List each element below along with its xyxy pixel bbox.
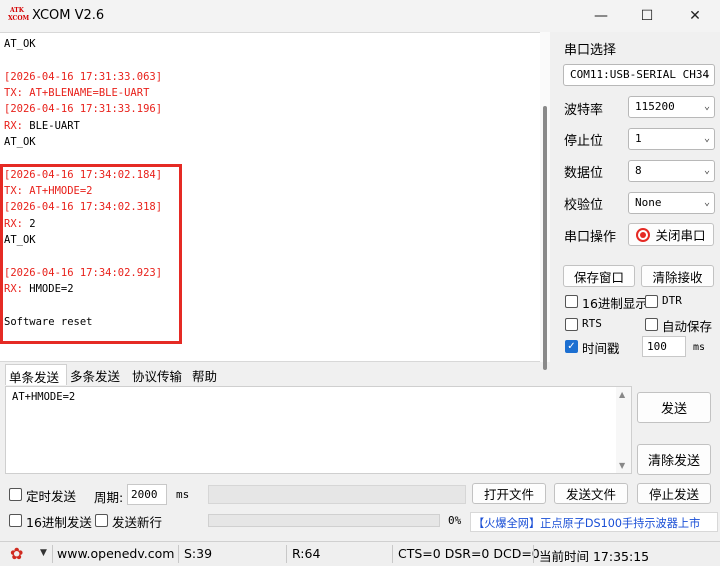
stop-label: 停止位 bbox=[564, 134, 604, 149]
open-file-button[interactable]: 打开文件 bbox=[472, 483, 546, 504]
period-input[interactable]: 2000 bbox=[127, 484, 167, 505]
timestamp-label: 时间戳 bbox=[582, 341, 620, 356]
tab-help[interactable]: 帮助 bbox=[189, 364, 229, 385]
scroll-down-icon[interactable]: ▼ bbox=[619, 461, 625, 470]
timestamp-ms-input[interactable]: 100 bbox=[642, 336, 686, 357]
baud-label: 波特率 bbox=[564, 103, 604, 118]
status-url[interactable]: www.openedv.com bbox=[57, 546, 174, 561]
status-separator bbox=[533, 545, 534, 563]
receive-line: TX: AT+BLENAME=BLE-UART bbox=[4, 87, 150, 100]
send-progress-bar bbox=[208, 514, 440, 527]
timed-send-label: 定时发送 bbox=[26, 489, 77, 504]
hex-send-label: 16进制发送 bbox=[26, 515, 92, 530]
gear-icon[interactable]: ✿ bbox=[10, 544, 23, 563]
status-time: 当前时间 17:35:15 bbox=[539, 549, 650, 564]
save-window-button[interactable]: 保存窗口 bbox=[563, 265, 635, 287]
scroll-up-icon[interactable]: ▲ bbox=[619, 390, 625, 399]
stop-select[interactable]: 1 ⌄ bbox=[628, 128, 715, 150]
timestamp-ms-unit: ms bbox=[693, 342, 706, 353]
close-icon[interactable]: ✕ bbox=[672, 0, 718, 32]
send-scrollbar[interactable]: ▲ ▼ bbox=[616, 387, 631, 473]
receive-scrollbar[interactable] bbox=[540, 32, 550, 370]
clear-receive-button[interactable]: 清除接收 bbox=[641, 265, 714, 287]
send-button[interactable]: 发送 bbox=[637, 392, 711, 423]
data-value: 8 bbox=[635, 164, 642, 177]
chevron-down-icon: ⌄ bbox=[703, 133, 710, 144]
tab-protocol[interactable]: 协议传输 bbox=[129, 364, 191, 385]
highlight-box bbox=[0, 164, 182, 344]
tab-multi-send[interactable]: 多条发送 bbox=[67, 364, 129, 385]
record-icon bbox=[636, 227, 651, 242]
rts-checkbox[interactable] bbox=[565, 318, 578, 331]
dtr-checkbox[interactable] bbox=[645, 295, 658, 308]
close-port-button[interactable]: 关闭串口 bbox=[628, 223, 714, 246]
minimize-icon[interactable]: — bbox=[578, 0, 624, 32]
send-input[interactable]: AT+HMODE=2 bbox=[5, 386, 632, 474]
hex-display-label: 16进制显示 bbox=[582, 296, 648, 311]
send-newline-label: 发送新行 bbox=[112, 515, 163, 530]
baud-select[interactable]: 115200 ⌄ bbox=[628, 96, 715, 118]
port-label: 串口选择 bbox=[564, 43, 617, 58]
dtr-label: DTR bbox=[662, 294, 682, 307]
period-label: 周期: bbox=[94, 490, 124, 505]
rts-label: RTS bbox=[582, 317, 602, 330]
receive-line: RX: BLE-UART bbox=[4, 119, 80, 132]
status-separator bbox=[286, 545, 287, 563]
window-title: XCOM V2.6 bbox=[32, 8, 105, 23]
file-path-field[interactable] bbox=[208, 485, 466, 504]
stop-value: 1 bbox=[635, 132, 642, 145]
data-select[interactable]: 8 ⌄ bbox=[628, 160, 715, 182]
send-newline-checkbox[interactable] bbox=[95, 514, 108, 527]
chevron-down-icon: ⌄ bbox=[703, 197, 710, 208]
data-label: 数据位 bbox=[564, 166, 604, 181]
period-unit: ms bbox=[176, 488, 190, 501]
receive-line: AT_OK bbox=[4, 38, 36, 50]
receive-line: [2026-04-16 17:31:33.196] bbox=[4, 103, 163, 116]
stop-send-button[interactable]: 停止发送 bbox=[637, 483, 711, 504]
progress-text: 0% bbox=[448, 514, 462, 527]
status-separator bbox=[392, 545, 393, 563]
chevron-down-icon: ⌄ bbox=[703, 165, 710, 176]
receive-line bbox=[4, 52, 162, 68]
status-bar: ✿ ▼ www.openedv.com S:39 R:64 CTS=0 DSR=… bbox=[0, 541, 720, 566]
hex-display-checkbox[interactable] bbox=[565, 295, 578, 308]
chevron-down-icon: ⌄ bbox=[703, 101, 710, 112]
dropdown-arrow-icon[interactable]: ▼ bbox=[40, 548, 47, 558]
status-send-count: S:39 bbox=[184, 546, 213, 561]
clear-send-button[interactable]: 清除发送 bbox=[637, 444, 711, 475]
receive-line: [2026-04-16 17:31:33.063] bbox=[4, 70, 163, 83]
status-lines: CTS=0 DSR=0 DCD=0 bbox=[398, 546, 540, 561]
parity-select[interactable]: None ⌄ bbox=[628, 192, 715, 214]
xcom-logo-icon: ATK XCOM bbox=[8, 7, 30, 22]
scrollbar-thumb[interactable] bbox=[543, 106, 547, 370]
ad-link[interactable]: 【火爆全网】正点原子DS100手持示波器上市 bbox=[470, 512, 718, 532]
status-separator bbox=[178, 545, 179, 563]
status-recv-count: R:64 bbox=[292, 546, 321, 561]
tab-single-send[interactable]: 单条发送 bbox=[5, 364, 67, 385]
timed-send-checkbox[interactable] bbox=[9, 488, 22, 501]
maximize-icon[interactable]: ☐ bbox=[624, 0, 670, 32]
auto-save-checkbox[interactable] bbox=[645, 318, 658, 331]
receive-line: AT_OK bbox=[4, 136, 36, 149]
close-port-label: 关闭串口 bbox=[655, 228, 706, 243]
parity-value: None bbox=[635, 196, 662, 209]
chevron-down-icon: ⌄ bbox=[703, 69, 710, 80]
baud-value: 115200 bbox=[635, 100, 675, 113]
send-file-button[interactable]: 发送文件 bbox=[554, 483, 628, 504]
op-label: 串口操作 bbox=[564, 230, 617, 245]
port-select[interactable]: COM11:USB-SERIAL CH34 ⌄ bbox=[563, 64, 715, 86]
status-separator bbox=[52, 545, 53, 563]
parity-label: 校验位 bbox=[564, 198, 604, 213]
port-value: COM11:USB-SERIAL CH34 bbox=[570, 68, 710, 81]
auto-save-label: 自动保存 bbox=[662, 319, 713, 334]
timestamp-checkbox[interactable]: ✓ bbox=[565, 340, 578, 353]
hex-send-checkbox[interactable] bbox=[9, 514, 22, 527]
